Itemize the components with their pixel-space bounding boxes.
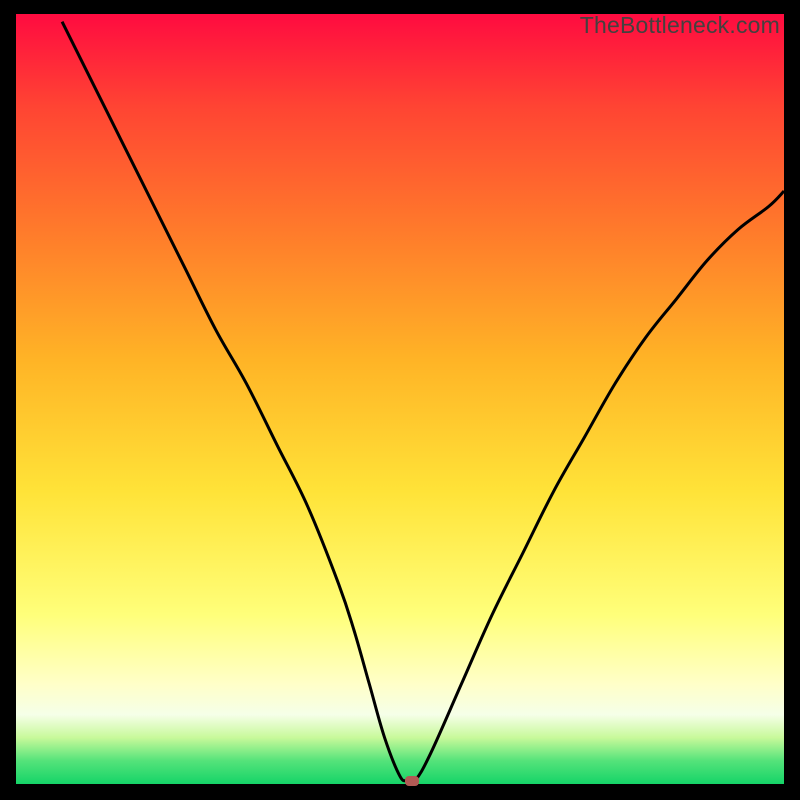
chart-frame: TheBottleneck.com	[0, 0, 800, 800]
bottleneck-curve	[16, 14, 784, 784]
curve-path	[62, 22, 784, 783]
plot-area: TheBottleneck.com	[16, 14, 784, 784]
optimum-marker	[405, 776, 419, 786]
